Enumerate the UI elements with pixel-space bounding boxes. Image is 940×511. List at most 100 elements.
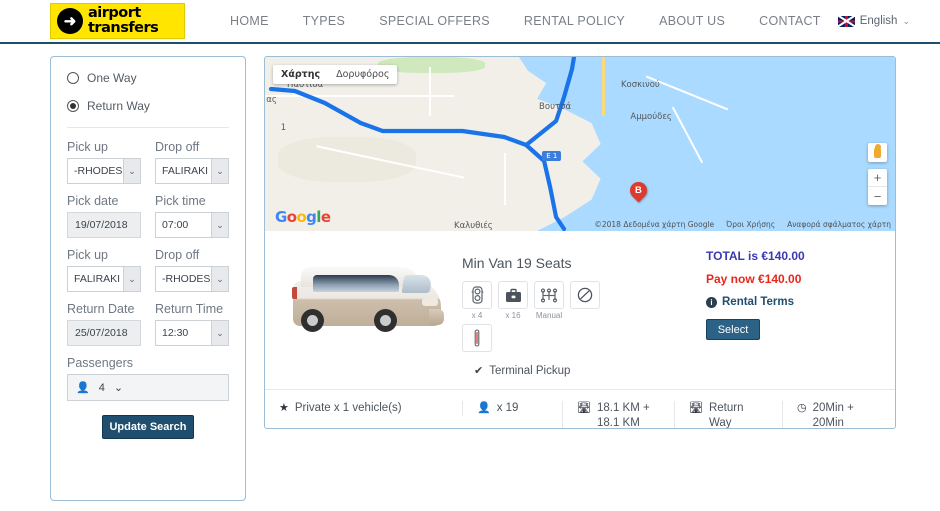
pick-date-label: Pick date [67, 194, 119, 208]
terminal-pickup-row: ✔ Terminal Pickup [265, 356, 895, 389]
outbound-location-row: Pick up -RHODES ⌄ Drop off FALIRAKI ⌄ [67, 140, 229, 184]
check-icon: ✔ [474, 365, 484, 377]
feature-summary-bar: ★ Private x 1 vehicle(s) 👤 x 19 🛣 18.1 K… [265, 389, 895, 429]
outbound-dropoff-select[interactable]: FALIRAKI ⌄ [155, 158, 229, 184]
route-map[interactable]: Ε 1 Παστίδα ας Κοσκινού Βουτσά Αμμούδες … [265, 57, 895, 231]
update-search-button[interactable]: Update Search [102, 415, 194, 439]
radio-return-way[interactable] [67, 100, 79, 112]
feature-label: 20Min + 20Min [812, 402, 854, 429]
map-attribution: ©2018 Δεδομένα χάρτη Google Όροι Χρήσης … [594, 220, 891, 229]
map-zoom-control: + − [868, 169, 887, 205]
chevron-down-icon[interactable]: ⌄ [211, 159, 228, 183]
spec-no-smoking [570, 281, 600, 320]
passengers-label: Passengers [67, 356, 134, 370]
luggage-icon [498, 281, 528, 309]
chevron-down-icon[interactable]: ⌄ [211, 321, 228, 345]
vehicle-spec-row: x 4 x 16 Manual [462, 281, 706, 320]
street-view-pegman-icon[interactable] [868, 143, 887, 162]
language-label: English [859, 15, 898, 27]
site-logo[interactable]: ➜ airport transfers [50, 3, 185, 39]
marker-label: B [635, 185, 643, 197]
pick-time-value: 07:00 [162, 219, 189, 231]
map-road-shield: Ε 1 [542, 150, 562, 161]
spec-doors-caption: x 4 [471, 311, 483, 320]
trip-option-one-way[interactable]: One Way [67, 71, 229, 85]
feature-duration: ◷ 20Min + 20Min [782, 401, 892, 429]
chevron-down-icon[interactable]: ⌄ [123, 159, 140, 183]
nav-item-types[interactable]: TYPES [286, 14, 363, 28]
outbound-dropoff-label: Drop off [155, 140, 200, 154]
road-icon: 🛣 [689, 402, 703, 414]
radio-one-way[interactable] [67, 72, 79, 84]
feature-label: x 19 [496, 402, 519, 414]
inbound-pickup-value: FALIRAKI [74, 273, 121, 285]
logo-arrow-icon: ➜ [57, 8, 83, 34]
map-terms-link[interactable]: Όροι Χρήσης [726, 220, 775, 229]
page-body: One Way Return Way Pick up -RHODES ⌄ Dro… [0, 44, 940, 511]
spec-transmission-caption: Manual [535, 311, 563, 320]
logo-line-2: transfers [88, 20, 159, 36]
pick-time-field: Pick time 07:00 ⌄ [155, 194, 229, 238]
nav-item-special-offers[interactable]: SPECIAL OFFERS [362, 14, 507, 28]
feature-label: 18.1 KM + 18.1 KM [596, 402, 650, 429]
results-panel: Ε 1 Παστίδα ας Κοσκινού Βουτσά Αμμούδες … [264, 56, 896, 429]
select-button[interactable]: Select [706, 319, 760, 340]
return-time-label: Return Time [155, 302, 224, 316]
pick-date-input[interactable]: 19/07/2018 [67, 212, 141, 238]
chevron-down-icon[interactable]: ⌄ [211, 213, 228, 237]
map-type-control: Χάρτης Δορυφόρος [273, 65, 398, 84]
passengers-value: 4 [98, 381, 105, 394]
pay-now-price: Pay now €140.00 [706, 272, 802, 286]
info-icon: i [706, 296, 717, 308]
map-type-satellite[interactable]: Δορυφόρος [328, 65, 397, 84]
map-place-label: 1 [280, 123, 287, 134]
spec-luggage: x 16 [498, 281, 528, 320]
nav-item-about-us[interactable]: ABOUT US [642, 14, 742, 28]
pick-time-select[interactable]: 07:00 ⌄ [155, 212, 229, 238]
inbound-location-row: Pick up FALIRAKI ⌄ Drop off -RHODES ⌄ [67, 248, 229, 292]
outbound-pickup-select[interactable]: -RHODES ⌄ [67, 158, 141, 184]
chevron-down-icon[interactable]: ⌄ [123, 267, 140, 291]
trip-option-return-way[interactable]: Return Way [67, 99, 229, 113]
outbound-pickup-label: Pick up [67, 140, 108, 154]
return-date-input[interactable]: 25/07/2018 [67, 320, 141, 346]
inbound-pickup-select[interactable]: FALIRAKI ⌄ [67, 266, 141, 292]
return-date-field: Return Date 25/07/2018 [67, 302, 141, 346]
inbound-dropoff-select[interactable]: -RHODES ⌄ [155, 266, 229, 292]
outbound-pickup-field: Pick up -RHODES ⌄ [67, 140, 141, 184]
zoom-in-button[interactable]: + [868, 169, 887, 187]
passengers-field: Passengers 👤 4 ⌄ [67, 356, 229, 401]
inbound-datetime-row: Return Date 25/07/2018 Return Time 12:30… [67, 302, 229, 346]
zoom-out-button[interactable]: − [868, 187, 887, 205]
inbound-dropoff-value: -RHODES [162, 273, 211, 285]
return-date-value: 25/07/2018 [75, 327, 128, 339]
language-selector[interactable]: English ⌄ [837, 15, 910, 27]
spec-luggage-caption: x 16 [505, 311, 521, 320]
chevron-down-icon[interactable]: ⌄ [211, 267, 228, 291]
person-icon: 👤 [76, 382, 90, 394]
gearbox-icon [534, 281, 564, 309]
nav-item-rental-policy[interactable]: RENTAL POLICY [507, 14, 642, 28]
clock-icon: ◷ [797, 402, 807, 414]
feature-passenger-count: 👤 x 19 [462, 401, 562, 416]
road-icon: 🛣 [577, 402, 591, 414]
return-time-select[interactable]: 12:30 ⌄ [155, 320, 229, 346]
logo-line-1: airport [88, 5, 141, 21]
map-type-roadmap[interactable]: Χάρτης [273, 65, 328, 84]
rental-terms-link[interactable]: i Rental Terms [706, 296, 881, 308]
chevron-down-icon[interactable]: ⌄ [114, 381, 123, 394]
site-header: ➜ airport transfers HOME TYPES SPECIAL O… [0, 0, 940, 44]
no-smoking-icon [570, 281, 600, 309]
main-navigation: HOME TYPES SPECIAL OFFERS RENTAL POLICY … [213, 14, 838, 28]
spec-transmission: Manual [534, 281, 564, 320]
vehicle-image [279, 251, 454, 346]
pick-time-label: Pick time [155, 194, 206, 208]
nav-item-contact[interactable]: CONTACT [742, 14, 838, 28]
feature-trip-type: 🛣 Return Way [674, 401, 782, 428]
google-logo: Google [275, 208, 331, 226]
map-report-error-link[interactable]: Αναφορά σφάλματος χάρτη [787, 220, 891, 229]
feature-private-vehicles: ★ Private x 1 vehicle(s) [265, 401, 462, 416]
pick-date-field: Pick date 19/07/2018 [67, 194, 141, 238]
passengers-select[interactable]: 👤 4 ⌄ [67, 374, 229, 401]
nav-item-home[interactable]: HOME [213, 14, 286, 28]
